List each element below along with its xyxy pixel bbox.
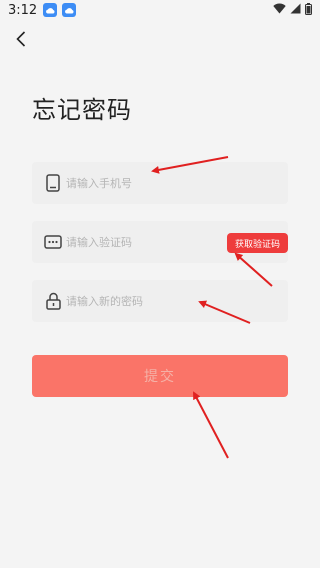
- status-time: 3:12: [8, 2, 38, 18]
- new-password-input[interactable]: [66, 294, 216, 308]
- battery-icon: [305, 2, 312, 18]
- phone-field[interactable]: [32, 162, 288, 204]
- new-password-field[interactable]: [32, 280, 288, 322]
- back-button[interactable]: [10, 30, 32, 52]
- get-code-button[interactable]: 获取验证码: [227, 233, 288, 253]
- chevron-left-icon: [16, 31, 26, 51]
- submit-button[interactable]: 提交: [32, 355, 288, 397]
- signal-icon: [290, 3, 301, 17]
- phone-icon: [44, 173, 62, 193]
- page-title: 忘记密码: [32, 96, 132, 124]
- lock-icon: [44, 291, 62, 311]
- cloud-notification-icon: [62, 3, 77, 17]
- status-bar: 3:12: [0, 0, 320, 20]
- cloud-notification-icon: [43, 3, 58, 17]
- more-dots-icon: [44, 232, 62, 252]
- status-indicators: [273, 2, 312, 18]
- phone-input[interactable]: [66, 176, 216, 190]
- annotation-arrow: [193, 391, 229, 459]
- verification-code-input[interactable]: [66, 235, 216, 249]
- wifi-icon: [273, 3, 286, 17]
